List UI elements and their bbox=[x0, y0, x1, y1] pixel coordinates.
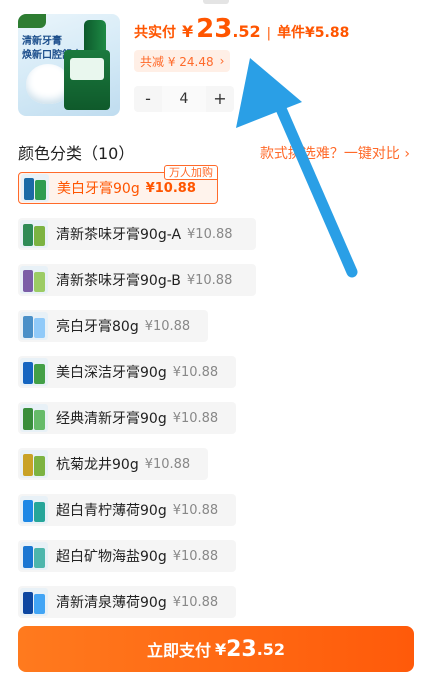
total-price-integer: 23 bbox=[196, 14, 233, 44]
variant-swatch bbox=[20, 266, 48, 294]
chevron-right-icon: › bbox=[219, 54, 225, 68]
total-price-row: 共实付 ¥ 23 .52 | 单件¥5.88 bbox=[134, 14, 349, 50]
variant-name: 美白牙膏90g bbox=[57, 181, 140, 197]
popular-badge: 万人加购 bbox=[164, 165, 218, 180]
currency-symbol: ¥ bbox=[182, 22, 194, 41]
variant-option[interactable]: 清新清泉薄荷90g ¥10.88 bbox=[18, 586, 236, 618]
variant-name: 经典清新牙膏90g bbox=[56, 411, 167, 427]
variant-price: ¥10.88 bbox=[172, 502, 219, 518]
variant-price: ¥10.88 bbox=[172, 548, 219, 564]
variant-swatch bbox=[20, 588, 48, 616]
variant-name: 清新茶味牙膏90g-B bbox=[56, 273, 181, 289]
variant-swatch bbox=[20, 404, 48, 432]
pay-button-label: 立即支付 bbox=[146, 641, 211, 660]
variant-price: ¥10.88 bbox=[145, 180, 196, 196]
total-label: 共实付 bbox=[134, 25, 176, 41]
pay-button-amount-decimal: .52 bbox=[256, 639, 286, 659]
product-thumbnail[interactable]: 清新牙膏 焕新口腔舒爽 bbox=[18, 14, 120, 116]
quantity-value[interactable]: 4 bbox=[162, 86, 206, 112]
variant-name: 清新茶味牙膏90g-A bbox=[56, 227, 182, 243]
pay-button-currency: ¥ bbox=[214, 639, 227, 659]
quantity-stepper[interactable]: - 4 + bbox=[134, 86, 234, 112]
increment-button[interactable]: + bbox=[206, 86, 234, 112]
variant-swatch bbox=[20, 496, 48, 524]
price-separator: | bbox=[266, 26, 272, 41]
variant-option[interactable]: 经典清新牙膏90g ¥10.88 bbox=[18, 402, 236, 434]
variant-option[interactable]: 清新茶味牙膏90g-A ¥10.88 bbox=[18, 218, 256, 250]
unit-price: 单件¥5.88 bbox=[277, 25, 350, 41]
variant-option[interactable]: 亮白牙膏80g ¥10.88 bbox=[18, 310, 208, 342]
decrement-button[interactable]: - bbox=[134, 86, 162, 112]
variant-swatch bbox=[20, 220, 48, 248]
thumbnail-slogan-line1: 清新牙膏 bbox=[22, 36, 62, 47]
variant-swatch bbox=[20, 450, 48, 478]
variant-name: 杭菊龙井90g bbox=[56, 457, 139, 473]
variant-swatch bbox=[21, 174, 49, 202]
variant-price: ¥10.88 bbox=[172, 410, 219, 426]
variant-swatch bbox=[20, 358, 48, 386]
variant-swatch bbox=[20, 542, 48, 570]
variant-name: 超白矿物海盐90g bbox=[56, 549, 167, 565]
variant-price: ¥10.88 bbox=[172, 364, 219, 380]
pay-button-amount-integer: 23 bbox=[226, 636, 257, 662]
variant-option[interactable]: 杭菊龙井90g ¥10.88 bbox=[18, 448, 208, 480]
variant-option[interactable]: 超白矿物海盐90g ¥10.88 bbox=[18, 540, 236, 572]
discount-text: 共减 ¥ 24.48 bbox=[140, 54, 214, 69]
variant-option[interactable]: 美白牙膏90g ¥10.88 万人加购 bbox=[18, 165, 218, 204]
variant-swatch bbox=[20, 312, 48, 340]
variant-price: ¥10.88 bbox=[144, 456, 191, 472]
discount-tag[interactable]: 共减 ¥ 24.48 › bbox=[134, 50, 231, 72]
variant-price: ¥10.88 bbox=[187, 226, 233, 242]
compare-styles-link[interactable]: 款式挑选难？一键对比 › bbox=[260, 143, 410, 163]
variant-price: ¥10.88 bbox=[172, 594, 219, 610]
sheet-handle[interactable] bbox=[203, 0, 229, 4]
variant-section-title: 颜色分类（10） bbox=[18, 144, 135, 163]
brand-ribbon bbox=[18, 14, 46, 28]
variant-name: 美白深洁牙膏90g bbox=[56, 365, 167, 381]
variant-price: ¥10.88 bbox=[144, 318, 191, 334]
toothpaste-box-graphic bbox=[64, 50, 110, 110]
variant-name: 超白青柠薄荷90g bbox=[56, 503, 167, 519]
variant-name: 亮白牙膏80g bbox=[56, 319, 139, 335]
variant-option[interactable]: 美白深洁牙膏90g ¥10.88 bbox=[18, 356, 236, 388]
variant-option[interactable]: 超白青柠薄荷90g ¥10.88 bbox=[18, 494, 236, 526]
total-price-decimal: .52 bbox=[232, 22, 261, 41]
pay-now-button[interactable]: 立即支付 ¥ 23 .52 bbox=[18, 626, 414, 672]
variant-name: 清新清泉薄荷90g bbox=[56, 595, 167, 611]
variant-option[interactable]: 清新茶味牙膏90g-B ¥10.88 bbox=[18, 264, 256, 296]
variant-price: ¥10.88 bbox=[186, 272, 233, 288]
